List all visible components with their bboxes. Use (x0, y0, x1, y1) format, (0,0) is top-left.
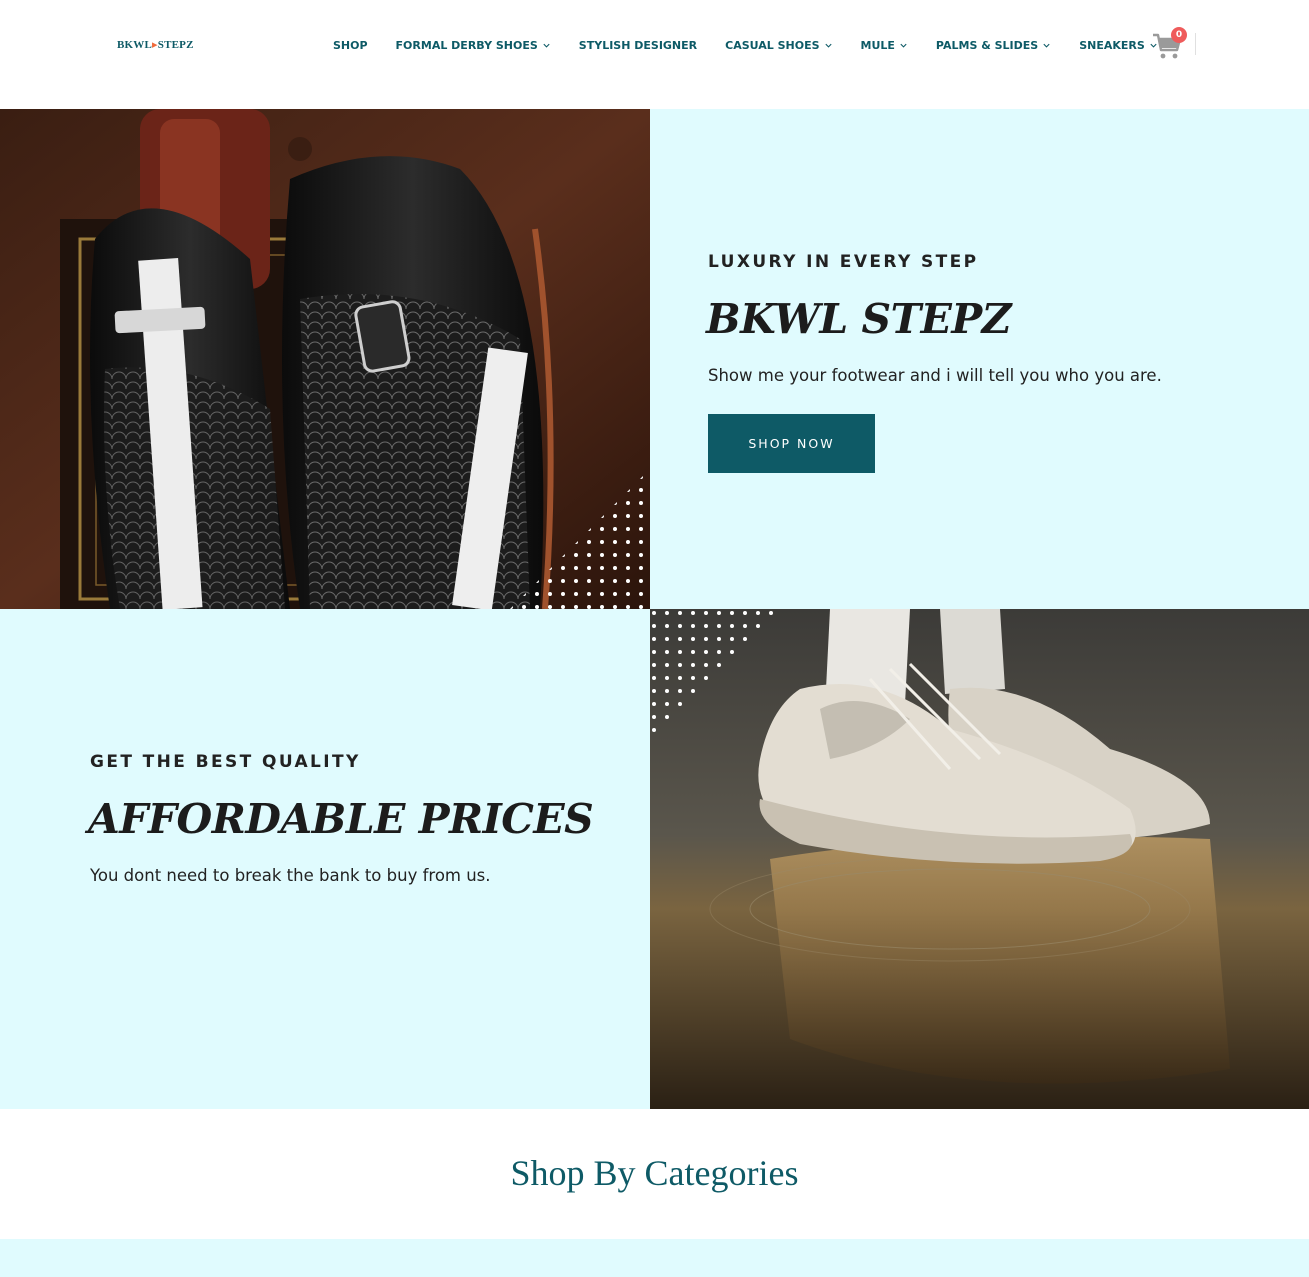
hero-image-formal-shoes (0, 109, 650, 609)
nav-item-mule[interactable]: MULE (861, 36, 908, 54)
nav-label: STYLISH DESIGNER (578, 38, 698, 52)
hero-eyebrow: LUXURY IN EVERY STEP (708, 252, 979, 272)
nav-item-casual-shoes[interactable]: CASUAL SHOES (725, 36, 832, 54)
nav-item-shop[interactable]: SHOP (333, 36, 368, 54)
nav-item-palms-slides[interactable]: PALMS & SLIDES (936, 36, 1051, 54)
feature-text: You dont need to break the bank to buy f… (90, 866, 491, 885)
sneakers-illustration (650, 609, 1309, 1109)
nav-item-sneakers[interactable]: SNEAKERS (1079, 36, 1158, 54)
nav-label: SHOP (333, 38, 368, 52)
chevron-down-icon (543, 43, 550, 48)
logo-text-part1: BKWL (117, 39, 153, 51)
hero-title: BKWL STEPZ (706, 295, 1012, 343)
header-divider (1195, 33, 1196, 55)
chevron-down-icon (1043, 43, 1050, 48)
shop-now-button[interactable]: SHOP NOW (708, 414, 875, 473)
categories-section-bg (0, 1239, 1309, 1277)
main-nav: SHOP FORMAL DERBY SHOES STYLISH DESIGNER… (333, 36, 1186, 54)
chevron-down-icon (824, 43, 832, 48)
nav-label: CASUAL SHOES (725, 38, 820, 52)
nav-label: PALMS & SLIDES (935, 38, 1039, 52)
feature-image-sneakers (650, 609, 1309, 1109)
feature-panel: GET THE BEST QUALITY AFFORDABLE PRICES Y… (0, 609, 650, 1109)
logo-text-part2: STEPZ (157, 39, 194, 51)
feature-title: AFFORDABLE PRICES (88, 795, 594, 843)
nav-label: SNEAKERS (1079, 38, 1145, 52)
formal-shoes-illustration (0, 109, 650, 609)
site-logo[interactable]: BKWL▸STEPZ (117, 38, 194, 51)
nav-item-formal-derby-shoes[interactable]: FORMAL DERBY SHOES (396, 36, 551, 54)
cart-count-badge: 0 (1171, 27, 1187, 43)
nav-item-stylish-designer[interactable]: STYLISH DESIGNER (579, 36, 697, 54)
site-header: BKWL▸STEPZ SHOP FORMAL DERBY SHOES STYLI… (0, 0, 1309, 109)
hero-panel: LUXURY IN EVERY STEP BKWL STEPZ Show me … (650, 109, 1309, 609)
chevron-down-icon (900, 43, 907, 48)
nav-label: FORMAL DERBY SHOES (395, 38, 538, 52)
hero-text: Show me your footwear and i will tell yo… (708, 366, 1162, 385)
categories-heading: Shop By Categories (510, 1153, 799, 1193)
nav-label: MULE (860, 38, 895, 52)
feature-eyebrow: GET THE BEST QUALITY (90, 752, 361, 772)
